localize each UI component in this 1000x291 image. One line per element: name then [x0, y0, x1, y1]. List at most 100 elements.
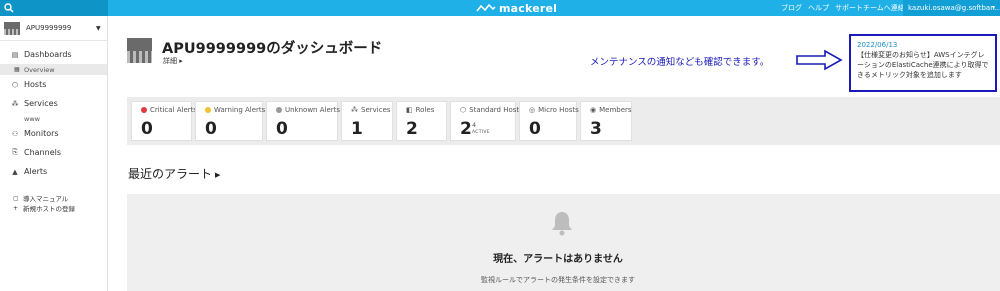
- mackerel-logo[interactable]: mackerel: [476, 1, 557, 15]
- dashboard-icon: ▤: [11, 50, 19, 59]
- help-link[interactable]: ヘルプ: [808, 2, 829, 14]
- manual-link[interactable]: ▢ 導入マニュアル: [0, 193, 107, 204]
- top-bar: mackerel ブログ ヘルプ サポートチームへ連絡 kazuki.osawa…: [0, 0, 1000, 16]
- stat-label: Roles: [415, 106, 435, 114]
- active-count: 4: [472, 121, 477, 129]
- hosts-icon: ⬡: [460, 106, 467, 114]
- stat-members[interactable]: ◉ Members 3: [580, 101, 632, 141]
- stat-label: Standard Hosts: [469, 106, 523, 114]
- sidebar-item-overview[interactable]: ▦ Overview: [0, 64, 107, 75]
- stat-value: 2: [460, 119, 472, 139]
- stat-roles[interactable]: ◧ Roles 2: [396, 101, 447, 141]
- stat-value: 0: [529, 119, 541, 139]
- empty-alerts-subtitle: 監視ルールでアラートの発生条件を設定できます: [0, 275, 1000, 285]
- stat-unknown-alerts[interactable]: Unknown Alerts 0: [266, 101, 341, 141]
- stat-critical-alerts[interactable]: Critical Alerts 0: [131, 101, 197, 141]
- notice-text[interactable]: 【仕様変更のお知らせ】AWSインテグレーションのElastiCache連携により…: [857, 50, 989, 80]
- stat-label: Warning Alerts: [214, 106, 266, 114]
- recent-alerts-heading[interactable]: 最近のアラート ▶: [128, 165, 220, 182]
- stat-value: 0: [141, 119, 153, 139]
- chevron-down-icon: ▾: [992, 4, 996, 11]
- unknown-dot-icon: [276, 107, 282, 113]
- stat-standard-hosts[interactable]: ⬡ Standard Hosts 2 4 ACTIVE: [450, 101, 523, 141]
- sidebar-item-hosts[interactable]: ⬡ Hosts: [0, 75, 107, 94]
- top-links: ブログ ヘルプ サポートチームへ連絡: [781, 2, 905, 14]
- search-button[interactable]: [0, 0, 108, 16]
- stat-services[interactable]: ⁂ Services 1: [341, 101, 393, 141]
- grid-icon: ▦: [14, 66, 20, 73]
- stat-value: 3: [590, 119, 602, 139]
- stat-micro-hosts[interactable]: ◎ Micro Hosts 0: [519, 101, 579, 141]
- bell-icon: ▲: [12, 167, 18, 176]
- annotation-text: メンテナンスの通知なども確認できます。: [590, 57, 770, 68]
- plus-icon: +: [13, 204, 19, 212]
- user-email: kazuki.osawa@g.softban...: [908, 4, 1000, 12]
- sidebar-item-dashboards[interactable]: ▤ Dashboards: [0, 45, 107, 64]
- micro-hosts-icon: ◎: [529, 106, 536, 114]
- stat-label: Critical Alerts: [150, 106, 198, 114]
- dashboard-avatar: [127, 38, 152, 63]
- detail-link[interactable]: 詳細 ▸: [163, 56, 183, 66]
- channels-icon: ⎘: [12, 148, 18, 156]
- stat-value: 1: [351, 119, 363, 139]
- stat-value: 0: [276, 119, 288, 139]
- org-switcher[interactable]: APU9999999 ▼: [0, 16, 107, 41]
- org-name: APU9999999: [26, 24, 72, 32]
- sidebar-item-service-www[interactable]: www: [0, 113, 107, 124]
- notice-box[interactable]: 2022/06/13 【仕様変更のお知らせ】AWSインテグレーションのElast…: [849, 34, 997, 92]
- sidebar-item-label: Services: [24, 99, 58, 108]
- add-host-link[interactable]: + 新規ホストの登録: [0, 203, 107, 214]
- warning-dot-icon: [205, 107, 211, 113]
- stat-label: Services: [361, 106, 391, 114]
- active-label: ACTIVE: [472, 130, 490, 135]
- stat-label: Micro Hosts: [538, 106, 579, 114]
- document-icon: ▢: [13, 194, 19, 202]
- stat-warning-alerts[interactable]: Warning Alerts 0: [195, 101, 266, 141]
- caret-right-icon: ▶: [215, 170, 221, 179]
- sidebar-item-monitors[interactable]: ⚇ Monitors: [0, 124, 107, 143]
- user-menu[interactable]: kazuki.osawa@g.softban... ▾: [903, 0, 1000, 16]
- hosts-icon: ⬡: [11, 80, 19, 89]
- sidebar-item-label: Alerts: [24, 167, 48, 176]
- empty-alerts-title-text: 現在、アラートはありません: [493, 254, 623, 265]
- org-avatar: [4, 21, 20, 35]
- blog-link[interactable]: ブログ: [781, 2, 802, 14]
- sidebar-item-label: www: [24, 114, 40, 123]
- stat-value: 0: [205, 119, 217, 139]
- right-arrow-icon: [796, 49, 843, 71]
- empty-alerts-title: 現在、アラートはありません: [0, 250, 1000, 265]
- search-icon: [4, 3, 14, 13]
- roles-icon: ◧: [406, 106, 413, 114]
- stat-value: 2: [406, 119, 418, 139]
- sidebar-item-services[interactable]: ⁂ Services: [0, 94, 107, 113]
- sidebar-item-label: Dashboards: [24, 50, 72, 59]
- services-icon: ⁂: [11, 99, 19, 108]
- sidebar-item-label: Hosts: [24, 80, 47, 89]
- sidebar-item-label: Monitors: [24, 129, 59, 138]
- logo-wave-icon: [476, 3, 496, 12]
- recent-alerts-title: 最近のアラート: [128, 167, 213, 181]
- sidebar-item-label: Channels: [24, 148, 62, 157]
- add-host-label: 新規ホストの登録: [23, 205, 75, 213]
- manual-label: 導入マニュアル: [23, 195, 69, 203]
- sidebar-item-label: Overview: [24, 65, 55, 74]
- stat-label: Unknown Alerts: [285, 106, 341, 114]
- bell-icon: [552, 212, 572, 236]
- stat-label: Members: [599, 106, 632, 114]
- members-icon: ◉: [590, 106, 597, 114]
- logo-text: mackerel: [499, 1, 558, 15]
- sidebar-nav: ▤ Dashboards ▦ Overview ⬡ Hosts ⁂ Servic…: [0, 41, 107, 181]
- monitors-icon: ⚇: [11, 129, 19, 138]
- critical-dot-icon: [141, 107, 147, 113]
- caret-down-icon: ▼: [96, 25, 101, 32]
- active-hosts: 4 ACTIVE: [472, 122, 490, 136]
- sidebar-extras: ▢ 導入マニュアル + 新規ホストの登録: [0, 193, 107, 214]
- sidebar-item-alerts[interactable]: ▲ Alerts: [0, 162, 107, 181]
- empty-alerts-subtitle-text: 監視ルールでアラートの発生条件を設定できます: [481, 276, 635, 284]
- services-icon: ⁂: [351, 106, 358, 114]
- stats-panel: Critical Alerts 0 Warning Alerts 0 Unkno…: [127, 97, 1000, 145]
- notice-date[interactable]: 2022/06/13: [857, 40, 989, 50]
- sidebar-item-channels[interactable]: ⎘ Channels: [0, 143, 107, 162]
- support-link[interactable]: サポートチームへ連絡: [835, 2, 905, 14]
- page-title: APU9999999のダッシュボード: [162, 41, 383, 57]
